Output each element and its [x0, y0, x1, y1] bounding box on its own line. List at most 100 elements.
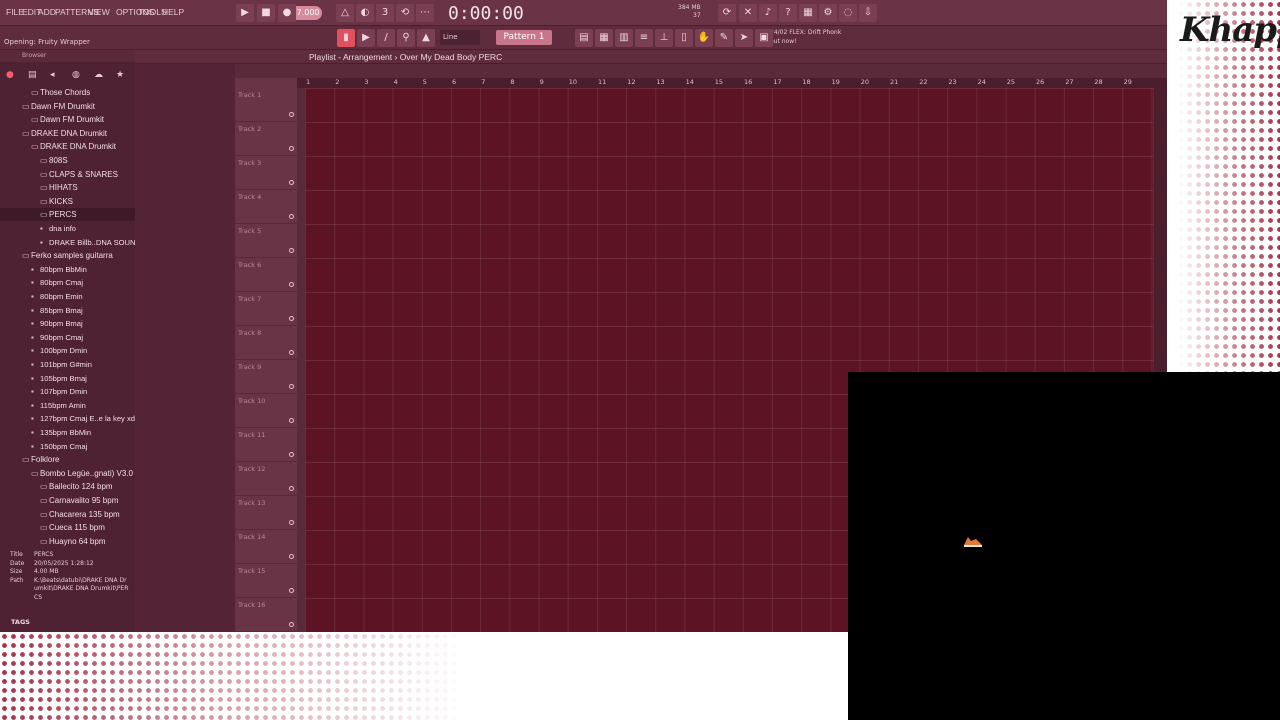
sliders-icon[interactable]: ≡ [635, 29, 653, 47]
metronome-icon[interactable]: △ [336, 4, 354, 22]
record-icon[interactable]: ● [278, 4, 296, 22]
browser-cloud-icon[interactable]: ☁ [94, 70, 103, 80]
browser-back-icon[interactable]: ◂ [50, 70, 55, 80]
browser-folder[interactable]: ▭Bombo Legüe..gnati) V3.0 [0, 467, 135, 480]
track-mute-icon[interactable] [289, 146, 294, 151]
browser-folder[interactable]: ▭CLAPS & SNARES [0, 168, 135, 181]
browser-file[interactable]: ▪ 105bpm Bmaj [0, 372, 135, 385]
track-mute-icon[interactable] [289, 622, 294, 627]
plugin-icon[interactable]: ⚙ [819, 4, 837, 22]
mic-icon[interactable]: ♪ [759, 4, 777, 22]
track-mute-icon[interactable] [289, 452, 294, 457]
browser-file[interactable]: ▪ 150bpm Cmaj [0, 440, 135, 453]
browser-file[interactable]: ▪ 80bpm Emin [0, 290, 135, 303]
track-mute-icon[interactable] [289, 248, 294, 253]
track-header[interactable]: Track 1 [235, 88, 297, 122]
track-mute-icon[interactable] [289, 180, 294, 185]
play-icon[interactable]: ▶ [236, 4, 254, 22]
track-mute-icon[interactable] [289, 554, 294, 559]
browser-folder[interactable]: ▭Those Chords [0, 86, 135, 99]
browser-file[interactable]: ▪ 90bpm Bmaj [0, 317, 135, 330]
browser-file[interactable]: ▪ 135bpm BbMin [0, 426, 135, 439]
track-header[interactable]: Track 11 [235, 428, 297, 462]
track-mute-icon[interactable] [289, 350, 294, 355]
menu-add[interactable]: ADD [38, 7, 56, 17]
track-mute-icon[interactable] [289, 520, 294, 525]
browser-file[interactable]: ▪ 90bpm Cmaj [0, 331, 135, 344]
browser-file[interactable]: ▪ 101bpm G#min [0, 358, 135, 371]
track-header[interactable]: Track 10 [235, 394, 297, 428]
export-icon[interactable]: ⇩ [859, 4, 877, 22]
track-mute-icon[interactable] [289, 316, 294, 321]
track-mute-icon[interactable] [289, 588, 294, 593]
browser-file[interactable]: ▪ dna info [0, 222, 135, 235]
browser-file[interactable]: ▪ 80bpm BbMin [0, 263, 135, 276]
track-header[interactable]: Track 4 [235, 190, 297, 224]
track-mute-icon[interactable] [289, 282, 294, 287]
refresh-icon[interactable]: ⟳ [718, 4, 736, 22]
browser-folder[interactable]: ▭808S [0, 154, 135, 167]
track-header[interactable]: Track 13 [235, 496, 297, 530]
chat-icon[interactable]: ◌ [839, 4, 857, 22]
track-header[interactable]: Track 12 [235, 462, 297, 496]
browser-files-icon[interactable]: ▤ [28, 70, 37, 80]
steps-icon[interactable]: ⋯ [416, 4, 434, 22]
timeline-ruler[interactable]: 1 2 3 4 5 6 7 8 9 10 11 12 13 14 15 16 17 18 19 20 21 22 23 24 2… [297, 78, 1154, 88]
browser-folder[interactable]: ▭Huayno 64 bpm [0, 535, 135, 548]
track-header[interactable]: Track 3 [235, 156, 297, 190]
pen-icon[interactable]: ✎ [715, 29, 733, 47]
browser-folder[interactable]: ▭Ferko samples guitarra [0, 249, 135, 262]
track-mute-icon[interactable] [289, 214, 294, 219]
mixer-icon[interactable]: ▦ [799, 4, 817, 22]
browser-folder[interactable]: ▭Dawn FM Drumkit [0, 113, 135, 126]
track-mute-icon[interactable] [289, 486, 294, 491]
touch-icon[interactable]: ✋ [695, 29, 713, 47]
browser-folder[interactable]: ▭DRAKE DNA Drumkit [0, 127, 135, 140]
loop-icon[interactable]: ⟲ [396, 4, 414, 22]
track-header[interactable]: Track 6 [235, 258, 297, 292]
countdown-icon[interactable]: 3 [376, 4, 394, 22]
pattern-selector[interactable]: Pattern 1 [496, 30, 552, 45]
browser-folder[interactable]: ▭KICKS [0, 195, 135, 208]
stamp-icon[interactable]: ▲ [417, 29, 435, 47]
browser-folder[interactable]: ▭Cueca 115 bpm [0, 521, 135, 534]
doc-icon[interactable]: ▯ [675, 29, 693, 47]
track-header[interactable]: Track 5 [235, 224, 297, 258]
menu-view[interactable]: VIEW [88, 7, 110, 17]
link-icon[interactable]: ⚲ [397, 29, 415, 47]
browser-plugin-icon[interactable]: ◍ [72, 70, 80, 80]
track-mute-icon[interactable] [289, 384, 294, 389]
tree-icon[interactable]: ⊥ [655, 29, 673, 47]
browser-file[interactable]: ▪ 100bpm Dmin [0, 344, 135, 357]
browser-file[interactable]: ▪ 80bpm Cmaj [0, 276, 135, 289]
track-header[interactable]: Track 14 [235, 530, 297, 564]
browser-star-icon[interactable]: ★ [116, 70, 124, 80]
track-header[interactable]: Track 16 [235, 598, 297, 632]
browser-folder[interactable]: ▭Folklore [0, 453, 135, 466]
browser-folder[interactable]: ▭Bailecito 124 bpm [0, 480, 135, 493]
help-icon[interactable]: ? [779, 4, 797, 22]
menu-help[interactable]: HELP [162, 7, 184, 17]
piano-roll-icon[interactable]: ▤ [575, 29, 593, 47]
track-header[interactable]: Track 9 [235, 360, 297, 394]
browser-folder[interactable]: ▭Chacarera 135 bpm [0, 508, 135, 521]
track-mute-icon[interactable] [289, 112, 294, 117]
browser-file[interactable]: ▪ 85bpm Bmaj [0, 304, 135, 317]
news-ticker[interactable]: 24/02 FLEX: Drift Phonk out now! [770, 28, 850, 46]
track-header[interactable]: Track 7 [235, 292, 297, 326]
send-icon[interactable]: ➤ [735, 29, 753, 47]
browser-file[interactable]: ▪ 115bpm Amin [0, 399, 135, 412]
browser-file[interactable]: ▪ DRAKE Billb..DNA SOUNDS [0, 236, 135, 249]
channel-rack-icon[interactable]: ▦ [595, 29, 613, 47]
browser-folder[interactable]: ▭DRAKE DNA Drumkit [0, 140, 135, 153]
browser-folder[interactable]: ▭Vidala 66 bpm [0, 548, 135, 550]
browser-folder[interactable]: ▭Carnavalito 95 bpm [0, 494, 135, 507]
stop-icon[interactable]: ■ [257, 4, 275, 22]
track-header[interactable]: Track 15 [235, 564, 297, 598]
cut-icon[interactable]: ✕ [739, 4, 757, 22]
browser-all-icon[interactable]: ● [6, 70, 14, 80]
brush-icon[interactable]: / [377, 29, 395, 47]
browser-folder[interactable]: ▭HIHATS [0, 181, 135, 194]
browser-folder[interactable]: ▭PERCS [0, 208, 135, 222]
mixer-tracks-icon[interactable]: ▥ [615, 29, 633, 47]
